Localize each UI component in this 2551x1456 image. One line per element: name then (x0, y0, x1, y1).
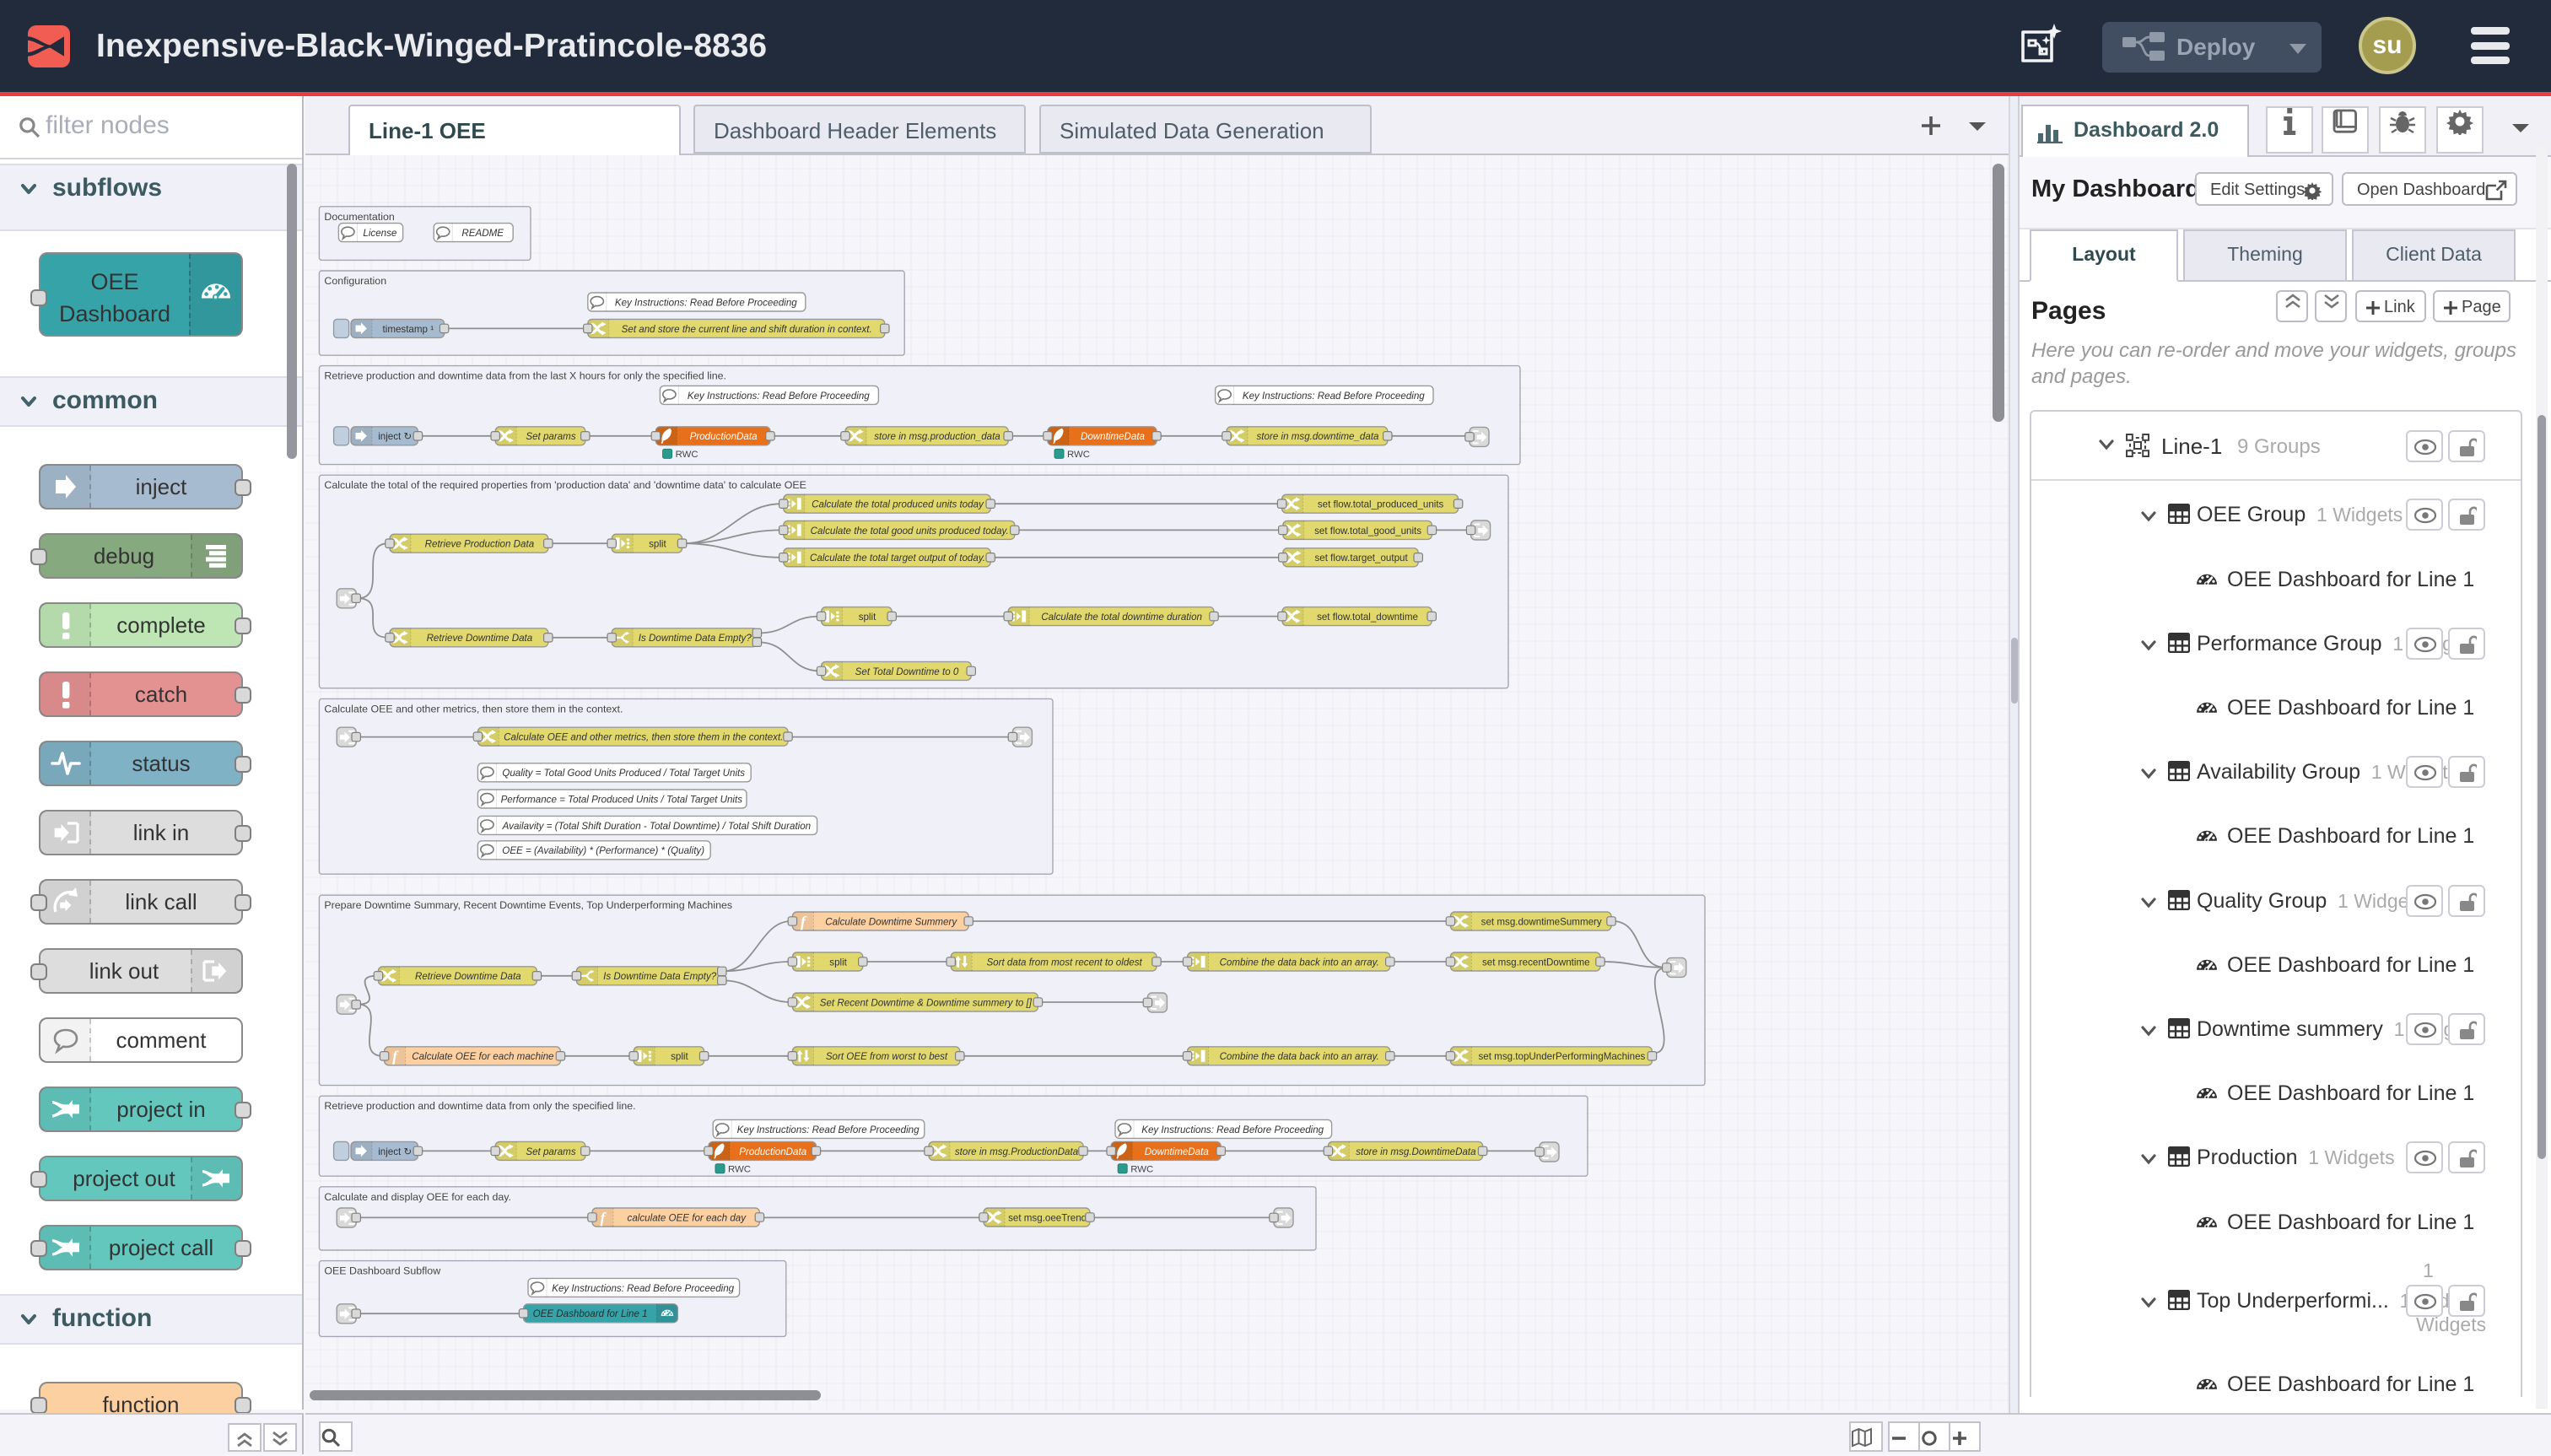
svg-text:Set and store the current line: Set and store the current line and shift… (622, 324, 872, 335)
svg-text:RWC: RWC (1130, 1164, 1153, 1174)
svg-text:split: split (671, 1051, 688, 1062)
svg-text:Set Recent Downtime & Downtime: Set Recent Downtime & Downtime summery t… (820, 997, 1033, 1008)
svg-text:Key Instructions: Read Before: Key Instructions: Read Before Proceeding (1141, 1124, 1324, 1135)
svg-text:Prepare Downtime Summary, Rece: Prepare Downtime Summary, Recent Downtim… (324, 899, 732, 911)
svg-text:set flow.total_downtime: set flow.total_downtime (1317, 612, 1418, 623)
svg-text:set flow.total_good_units: set flow.total_good_units (1314, 526, 1421, 537)
svg-text:Combine the data back into an: Combine the data back into an array. (1220, 1051, 1379, 1062)
svg-text:OEE Dashboard Subflow: OEE Dashboard Subflow (324, 1265, 440, 1277)
svg-text:Calculate OEE and other metric: Calculate OEE and other metrics, then st… (504, 732, 783, 743)
svg-text:store in msg.production_data: store in msg.production_data (874, 431, 1000, 442)
svg-text:set msg.recentDowntime: set msg.recentDowntime (1482, 957, 1590, 968)
svg-text:set flow.target_output: set flow.target_output (1314, 553, 1408, 564)
svg-text:Sort data from most recent to: Sort data from most recent to oldest (986, 957, 1142, 968)
svg-text:OEE Dashboard for Line 1: OEE Dashboard for Line 1 (533, 1308, 648, 1319)
svg-text:DowntimeData: DowntimeData (1145, 1146, 1210, 1157)
svg-text:Is Downtime Data Empty?: Is Downtime Data Empty? (639, 633, 752, 644)
svg-text:split: split (859, 612, 876, 623)
svg-text:Configuration: Configuration (324, 275, 386, 287)
svg-text:split: split (649, 539, 666, 550)
svg-text:set msg.oeeTrend: set msg.oeeTrend (1008, 1212, 1087, 1223)
svg-text:Quality = Total Good Units Pro: Quality = Total Good Units Produced / To… (502, 768, 745, 779)
svg-text:RWC: RWC (1067, 450, 1090, 460)
svg-text:DowntimeData: DowntimeData (1081, 431, 1146, 442)
svg-text:Calculate Downtime Summery: Calculate Downtime Summery (825, 916, 957, 927)
svg-text:Retrieve production and downti: Retrieve production and downtime data fr… (324, 1100, 635, 1112)
svg-text:Set params: Set params (526, 431, 575, 442)
svg-text:Is Downtime Data Empty?: Is Downtime Data Empty? (603, 971, 717, 982)
svg-text:Retrieve Downtime Data: Retrieve Downtime Data (415, 971, 521, 982)
svg-text:OEE = (Availability) * (Perfor: OEE = (Availability) * (Performance) * (… (502, 845, 704, 856)
svg-text:Calculate and display OEE for: Calculate and display OEE for each day. (324, 1191, 511, 1203)
svg-text:set flow.total_produced_units: set flow.total_produced_units (1318, 499, 1444, 510)
svg-text:Calculate the total produced u: Calculate the total produced units today (812, 499, 984, 510)
svg-text:Key Instructions: Read Before: Key Instructions: Read Before Proceeding (615, 297, 797, 308)
svg-text:set msg.downtimeSummery: set msg.downtimeSummery (1481, 916, 1602, 927)
svg-text:Set params: Set params (526, 1146, 575, 1157)
svg-text:ProductionData: ProductionData (690, 431, 758, 442)
svg-text:RWC: RWC (676, 450, 698, 460)
svg-text:Calculate OEE for each machine: Calculate OEE for each machine (412, 1051, 554, 1062)
svg-text:calculate OEE for each day: calculate OEE for each day (628, 1212, 747, 1223)
svg-text:Set Total Downtime to 0: Set Total Downtime to 0 (855, 666, 959, 677)
svg-text:store in msg.DowntimeData: store in msg.DowntimeData (1356, 1146, 1476, 1157)
svg-text:Key Instructions: Read Before: Key Instructions: Read Before Proceeding (1243, 391, 1425, 402)
svg-text:Retrieve production and downti: Retrieve production and downtime data fr… (324, 370, 726, 382)
svg-text:store in msg.ProductionData: store in msg.ProductionData (955, 1146, 1079, 1157)
svg-text:Calculate the total of the req: Calculate the total of the required prop… (324, 479, 806, 491)
svg-text:Calculate the total target out: Calculate the total target output of tod… (810, 553, 985, 564)
svg-text:ProductionData: ProductionData (739, 1146, 806, 1157)
svg-text:Retrieve Production Data: Retrieve Production Data (425, 539, 535, 550)
svg-text:Calculate the total downtime d: Calculate the total downtime duration (1041, 612, 1202, 623)
svg-text:split: split (829, 957, 847, 968)
svg-text:Retrieve Downtime Data: Retrieve Downtime Data (427, 633, 533, 644)
svg-text:set msg.topUnderPerformingMach: set msg.topUnderPerformingMachines (1478, 1051, 1645, 1062)
svg-text:inject ↻: inject ↻ (378, 431, 412, 442)
svg-text:Performance = Total Produced U: Performance = Total Produced Units / Tot… (501, 794, 743, 805)
svg-text:timestamp ¹: timestamp ¹ (383, 324, 434, 335)
svg-text:Key Instructions: Read Before: Key Instructions: Read Before Proceeding (552, 1283, 734, 1294)
svg-text:Key Instructions: Read Before: Key Instructions: Read Before Proceeding (737, 1124, 920, 1135)
svg-text:Documentation: Documentation (324, 211, 394, 223)
svg-text:RWC: RWC (728, 1164, 751, 1174)
svg-text:Sort OEE from worst to best: Sort OEE from worst to best (826, 1051, 948, 1062)
svg-text:inject ↻: inject ↻ (378, 1146, 412, 1157)
svg-text:store in msg.downtime_data: store in msg.downtime_data (1257, 431, 1380, 442)
svg-text:Calculate the total good units: Calculate the total good units produced … (811, 526, 1009, 537)
svg-text:Calculate OEE and other metric: Calculate OEE and other metrics, then st… (324, 703, 623, 715)
svg-text:Combine the data back into an: Combine the data back into an array. (1220, 957, 1379, 968)
svg-text:License: License (363, 228, 397, 239)
svg-text:Key Instructions: Read Before: Key Instructions: Read Before Proceeding (688, 391, 870, 402)
svg-text:Availavity = (Total Shift Dura: Availavity = (Total Shift Duration - Tot… (502, 821, 811, 832)
svg-text:README: README (461, 228, 504, 239)
